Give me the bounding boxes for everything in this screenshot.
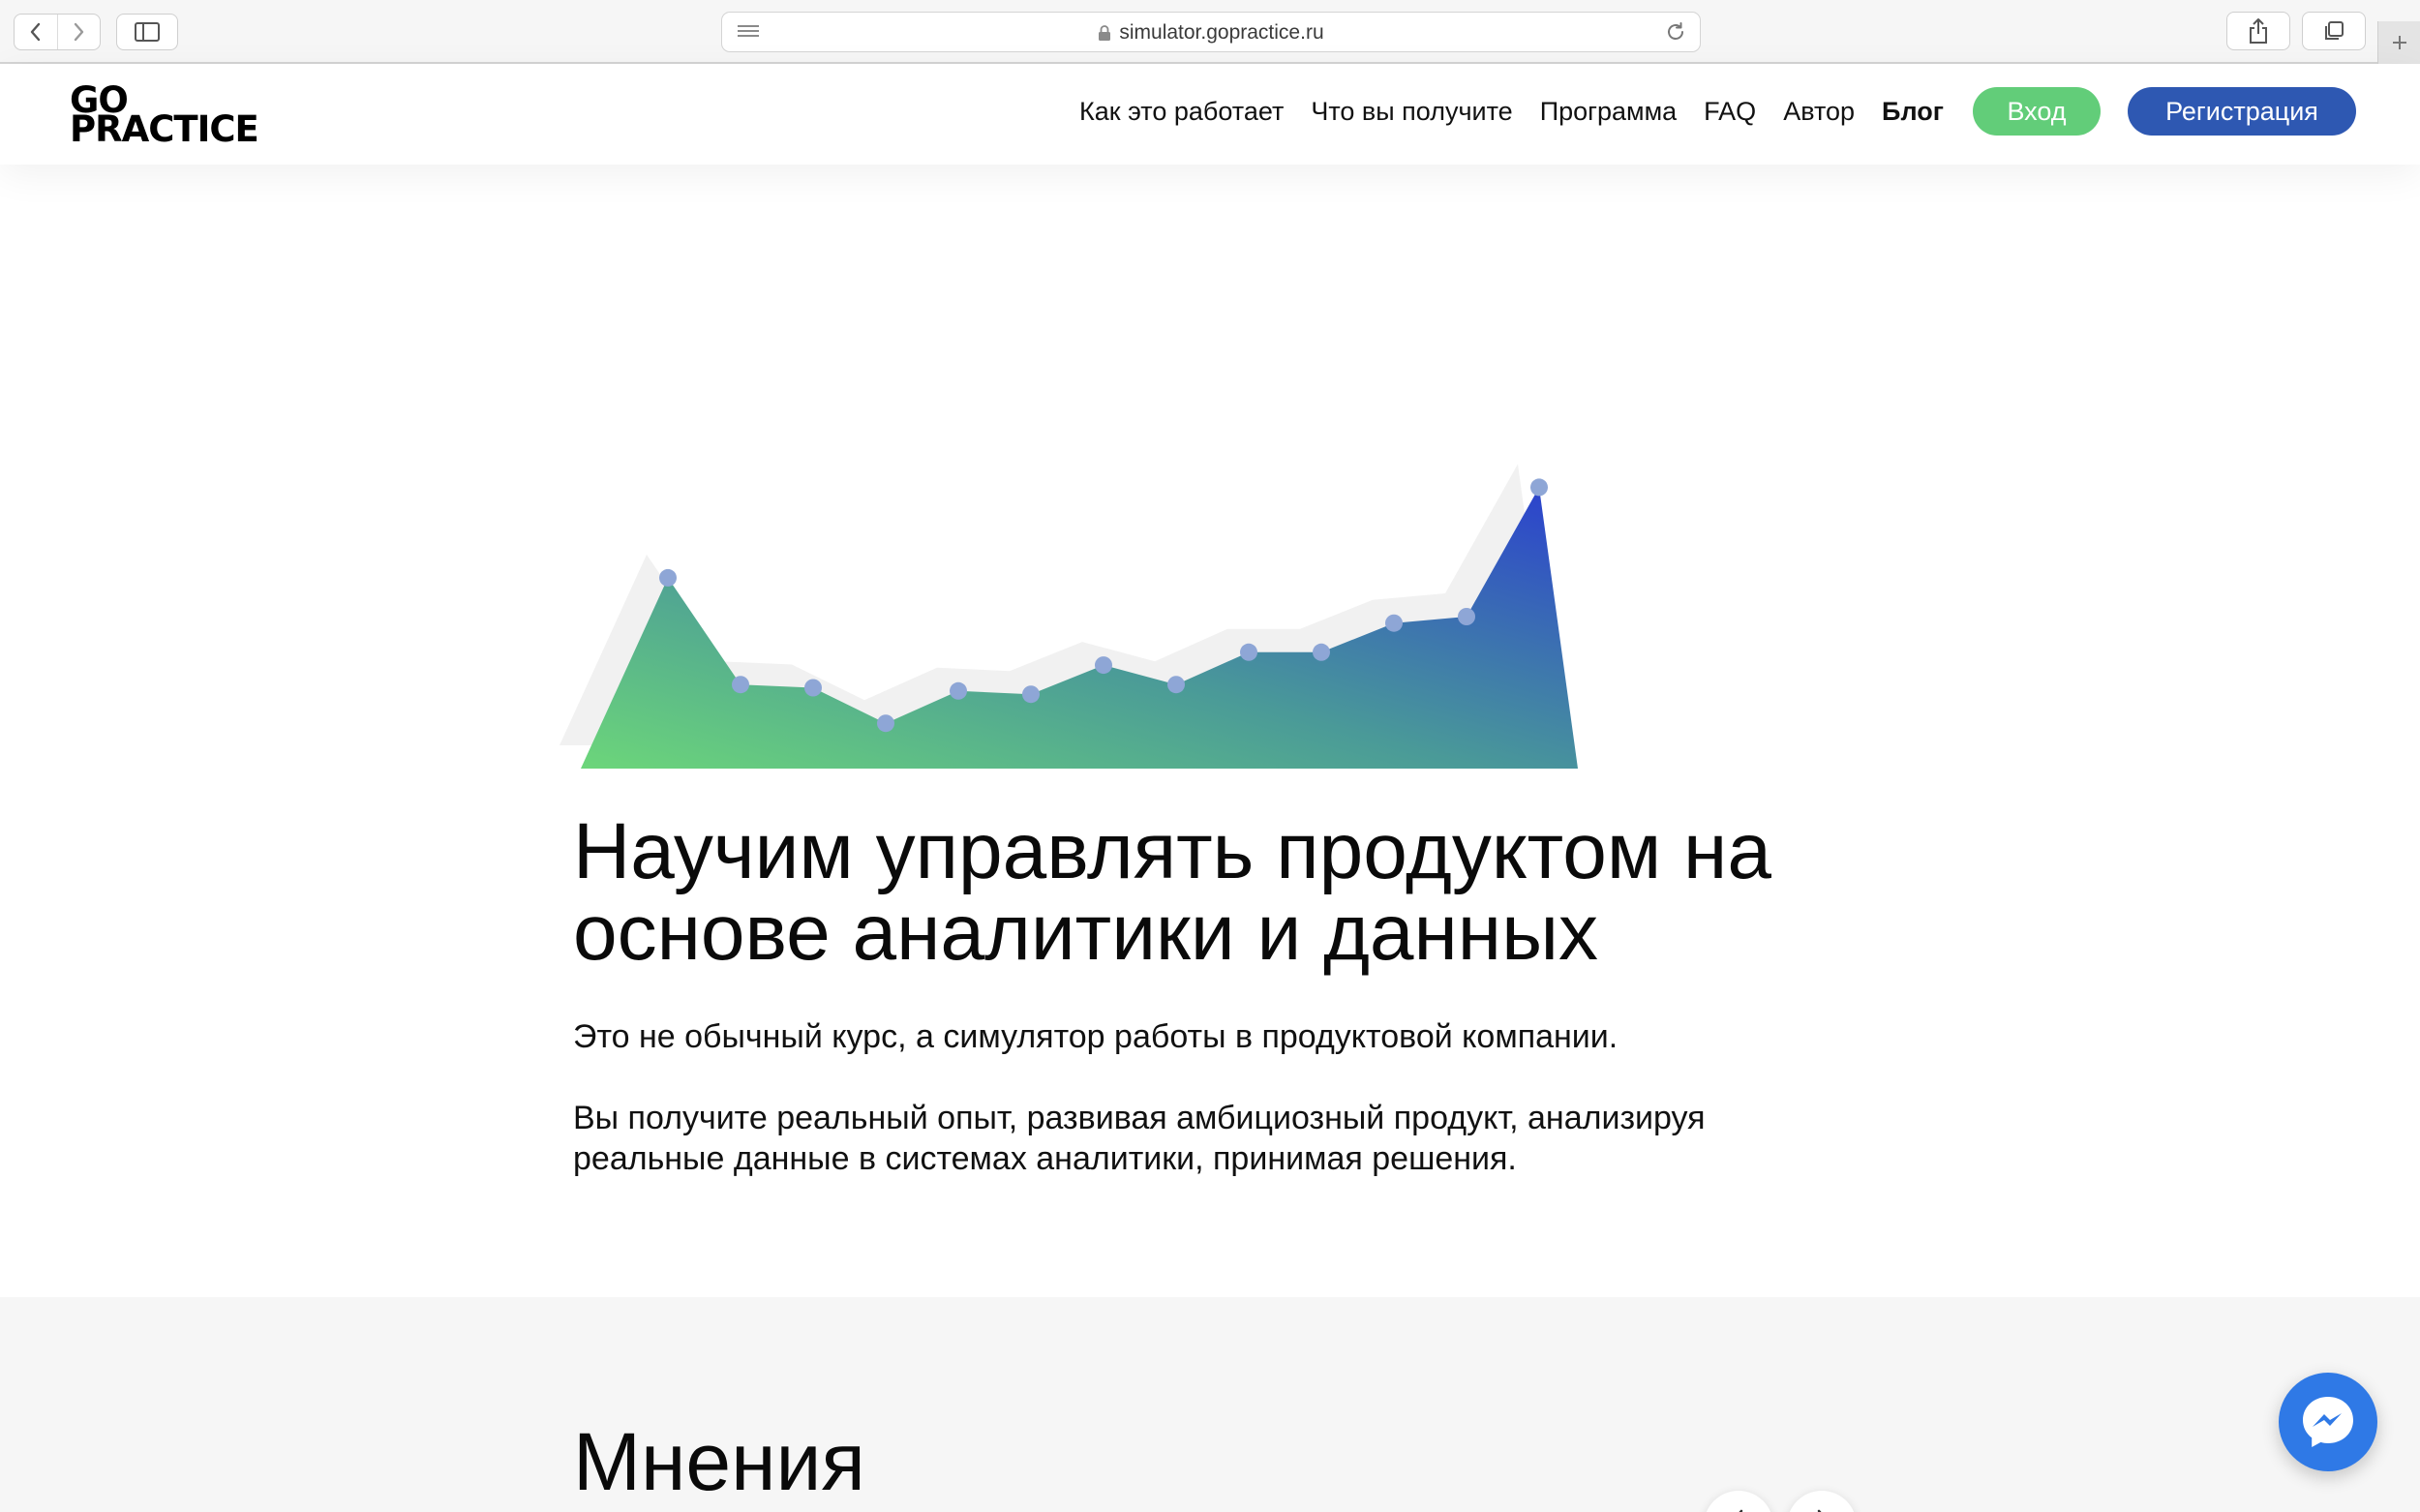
chart-point [1530,478,1548,497]
messenger-icon [2303,1397,2353,1447]
register-button[interactable]: Регистрация [2128,87,2356,136]
nav-link-faq[interactable]: FAQ [1704,97,1756,127]
nav-link-how-it-works[interactable]: Как это работает [1079,97,1284,127]
hero-paragraph-1: Это не обычный курс, а симулятор работы … [573,1018,1618,1055]
chart-point [1240,643,1257,661]
opinions-title: Мнения [573,1416,865,1507]
sidebar-icon [135,22,160,42]
share-button[interactable] [2226,12,2290,50]
url-text: simulator.gopractice.ru [1119,21,1324,44]
nav-link-blog[interactable]: Блог [1882,97,1944,127]
opinions-section: Мнения [0,1297,2420,1512]
chart-point [1458,608,1475,625]
chevron-left-icon [30,22,40,42]
forward-button[interactable] [56,15,101,49]
chevron-right-icon [1817,1509,1822,1512]
lock-icon [1099,25,1111,41]
logo-line-practice: PRACTICE [70,108,259,150]
chart-point [804,679,822,697]
site-header: GO PRACTICE Как это работает Что вы полу… [0,64,2420,165]
address-bar[interactable]: simulator.gopractice.ru [721,12,1701,52]
url-display: simulator.gopractice.ru [722,13,1700,53]
plus-icon [2392,36,2406,49]
chart-point [1385,614,1403,632]
chart-point [1313,643,1330,661]
browser-toolbar: simulator.gopractice.ru [0,0,2420,64]
chart-point [1022,685,1040,704]
gopractice-logo[interactable]: GO PRACTICE [70,82,323,150]
opinions-next-button[interactable] [1787,1491,1857,1512]
chart-area-series [581,487,1578,769]
hero-paragraph-2: Вы получите реальный опыт, развивая амби… [573,1100,1706,1177]
reload-icon[interactable] [1665,21,1686,43]
tabs-overview-icon [2325,21,2344,40]
chart-point [950,681,967,700]
nav-link-author[interactable]: Автор [1783,97,1855,127]
chart-point [877,714,894,733]
main-navigation: Как это работает Что вы получите Програм… [1079,87,2356,136]
chart-point [732,676,749,694]
back-button[interactable] [15,15,57,49]
chevron-right-icon [75,22,84,42]
hero-title: Научим управлять продуктом на основе ана… [573,807,1771,977]
nav-link-what-you-get[interactable]: Что вы получите [1311,97,1512,127]
hero-area-chart [560,464,1578,769]
tabs-overview-button[interactable] [2302,12,2366,50]
nav-link-program[interactable]: Программа [1540,97,1677,127]
chart-point [1095,656,1112,675]
share-icon [2250,18,2267,44]
chevron-left-icon [1739,1509,1743,1512]
sidebar-toggle-button[interactable] [116,14,178,50]
login-button[interactable]: Вход [1973,87,2101,136]
new-tab-button[interactable] [2377,21,2420,64]
chart-point [1167,676,1185,694]
history-nav [14,14,101,50]
chart-point [659,568,677,587]
messenger-chat-button[interactable] [2279,1373,2377,1471]
opinions-prev-button[interactable] [1704,1491,1773,1512]
